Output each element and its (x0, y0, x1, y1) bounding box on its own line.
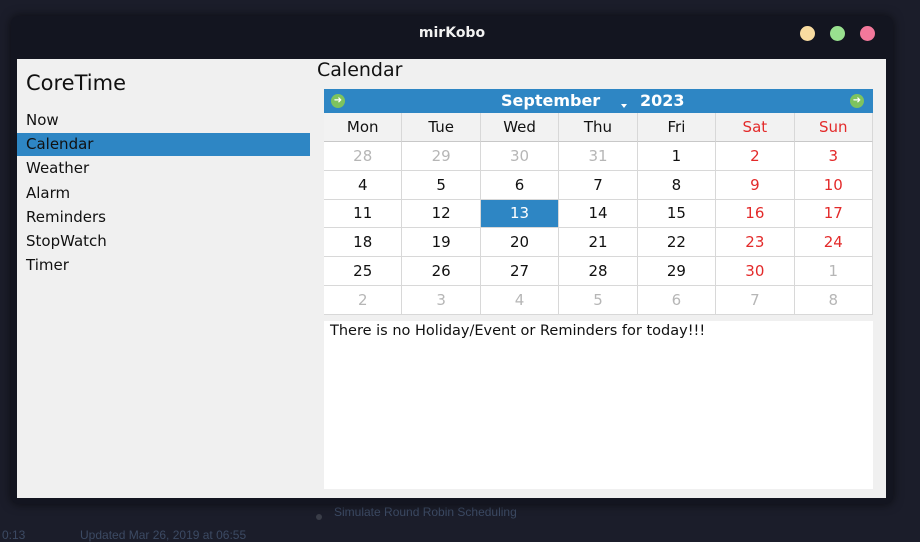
background-text: Simulate Round Robin Scheduling (334, 505, 517, 519)
calendar-day[interactable]: 30 (716, 257, 795, 287)
calendar-day[interactable]: 7 (716, 286, 795, 315)
calendar-day[interactable]: 4 (480, 286, 560, 315)
sidebar-item-reminders[interactable]: Reminders (17, 206, 310, 229)
weekday-header: Tue (402, 113, 481, 142)
sidebar-item-calendar[interactable]: Calendar (17, 133, 310, 156)
calendar-day[interactable]: 21 (559, 228, 638, 258)
app-window: mirKobo CoreTime Now Calendar Weather Al… (11, 16, 893, 504)
app-name: CoreTime (26, 71, 126, 95)
sidebar: CoreTime Now Calendar Weather Alarm Remi… (17, 59, 310, 498)
calendar-day[interactable]: 28 (559, 257, 638, 287)
calendar-widget: ➜ September 2023 ➜ Mon Tue Wed Thu Fri Sat Sun… (324, 89, 873, 315)
calendar-day[interactable]: 5 (402, 170, 481, 200)
weekday-header: Thu (559, 113, 638, 142)
weekday-header: Sat (716, 113, 795, 142)
background-bullet (316, 514, 322, 520)
background-text: Updated Mar 26, 2019 at 06:55 (80, 528, 247, 542)
weekday-header: Mon (324, 113, 403, 142)
arrow-right-icon[interactable]: ➜ (850, 94, 864, 108)
calendar-day[interactable]: 2 (716, 141, 795, 171)
weekday-header: Fri (637, 113, 717, 142)
calendar-day[interactable]: 10 (794, 170, 873, 200)
calendar-day[interactable]: 3 (402, 286, 481, 315)
calendar-day[interactable]: 6 (637, 286, 717, 315)
weekday-header: Sun (794, 113, 873, 142)
page-title: Calendar (317, 59, 403, 81)
minimize-button[interactable] (800, 26, 815, 41)
calendar-day[interactable]: 8 (794, 286, 873, 315)
calendar-day[interactable]: 29 (637, 257, 717, 287)
calendar-day[interactable]: 4 (324, 170, 403, 200)
title-bar[interactable]: mirKobo (11, 16, 893, 52)
weekday-header: Wed (480, 113, 560, 142)
window-title: mirKobo (418, 25, 486, 41)
close-button[interactable] (860, 26, 875, 41)
calendar-day[interactable]: 6 (480, 170, 560, 200)
calendar-header: ➜ September 2023 ➜ (324, 89, 873, 113)
calendar-day[interactable]: 25 (324, 257, 403, 287)
calendar-day[interactable]: 30 (480, 141, 560, 171)
calendar-day[interactable]: 23 (716, 228, 795, 258)
calendar-day[interactable]: 20 (480, 228, 560, 258)
calendar-day[interactable]: 29 (402, 141, 481, 171)
calendar-day[interactable]: 28 (324, 141, 403, 171)
calendar-day[interactable]: 14 (559, 199, 638, 229)
month-selector[interactable]: September (501, 89, 600, 113)
sidebar-item-stopwatch[interactable]: StopWatch (17, 230, 310, 253)
calendar-day[interactable]: 11 (324, 199, 403, 229)
calendar-day[interactable]: 1 (794, 257, 873, 287)
sidebar-item-alarm[interactable]: Alarm (17, 182, 310, 205)
calendar-day[interactable]: 7 (559, 170, 638, 200)
sidebar-item-weather[interactable]: Weather (17, 157, 310, 180)
calendar-day-selected[interactable]: 13 (480, 199, 560, 229)
calendar-grid: Mon Tue Wed Thu Fri Sat Sun 28 29 30 31 1 2 3 4 5 6 7 8 9 10… (324, 113, 873, 315)
calendar-day[interactable]: 2 (324, 286, 403, 315)
calendar-day[interactable]: 17 (794, 199, 873, 229)
calendar-day[interactable]: 15 (637, 199, 717, 229)
calendar-day[interactable]: 27 (480, 257, 560, 287)
calendar-day[interactable]: 1 (637, 141, 717, 171)
calendar-day[interactable]: 22 (637, 228, 717, 258)
year-selector[interactable]: 2023 (640, 89, 685, 113)
calendar-day[interactable]: 16 (716, 199, 795, 229)
events-panel: There is no Holiday/Event or Reminders f… (324, 321, 873, 489)
calendar-day[interactable]: 18 (324, 228, 403, 258)
calendar-day[interactable]: 19 (402, 228, 481, 258)
calendar-day[interactable]: 3 (794, 141, 873, 171)
calendar-day[interactable]: 24 (794, 228, 873, 258)
chevron-down-icon[interactable] (621, 104, 627, 108)
calendar-day[interactable]: 5 (559, 286, 638, 315)
sidebar-item-timer[interactable]: Timer (17, 254, 310, 277)
calendar-day[interactable]: 8 (637, 170, 717, 200)
background-text: 0:13 (2, 528, 26, 542)
maximize-button[interactable] (830, 26, 845, 41)
arrow-left-icon[interactable]: ➜ (331, 94, 345, 108)
calendar-day[interactable]: 12 (402, 199, 481, 229)
calendar-day[interactable]: 26 (402, 257, 481, 287)
calendar-day[interactable]: 9 (716, 170, 795, 200)
events-message: There is no Holiday/Event or Reminders f… (330, 323, 706, 339)
sidebar-item-now[interactable]: Now (17, 109, 310, 132)
window-content: CoreTime Now Calendar Weather Alarm Remi… (17, 59, 886, 498)
calendar-day[interactable]: 31 (559, 141, 638, 171)
